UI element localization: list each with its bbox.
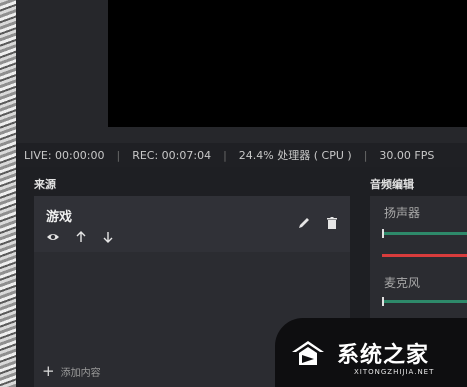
speaker-level-meter [382,254,467,257]
live-time: LIVE: 00:00:00 [24,148,105,162]
arrow-up-icon[interactable] [74,229,88,243]
audio-title: 音频编辑 [370,178,414,191]
speaker-volume-slider[interactable] [382,229,467,238]
separator: | [116,148,121,162]
trash-icon[interactable] [325,215,339,229]
separator: | [363,148,368,162]
mic-volume-slider[interactable] [382,297,467,306]
house-logo-icon [290,338,326,368]
add-source-label: 添加内容 [60,367,101,379]
fps: 30.00 FPS [379,148,435,162]
stream-preview[interactable] [108,0,467,127]
status-bar: LIVE: 00:00:00 | REC: 00:07:04 | 24.4% 处… [16,143,467,167]
plus-icon: + [42,361,55,380]
audio-channel-speaker: 扬声器 [384,206,421,220]
desktop-background-strip [0,0,16,387]
audio-channel-mic: 麦克风 [384,276,421,290]
source-item-game[interactable]: 游戏 [34,196,350,252]
slider-handle[interactable] [382,297,384,306]
arrow-down-icon[interactable] [101,229,115,243]
rec-time: REC: 00:07:04 [132,148,212,162]
eye-icon[interactable] [46,229,60,243]
sources-title: 来源 [34,178,56,191]
separator: | [223,148,227,162]
slider-handle[interactable] [382,229,384,238]
source-name: 游戏 [46,210,73,225]
watermark-url: XITONGZHIJIA.NET [354,368,435,376]
pencil-icon[interactable] [297,215,311,229]
cpu-usage: 24.4% 处理器 ( CPU ) [238,149,352,162]
watermark-text: 系统之家 [337,343,430,368]
